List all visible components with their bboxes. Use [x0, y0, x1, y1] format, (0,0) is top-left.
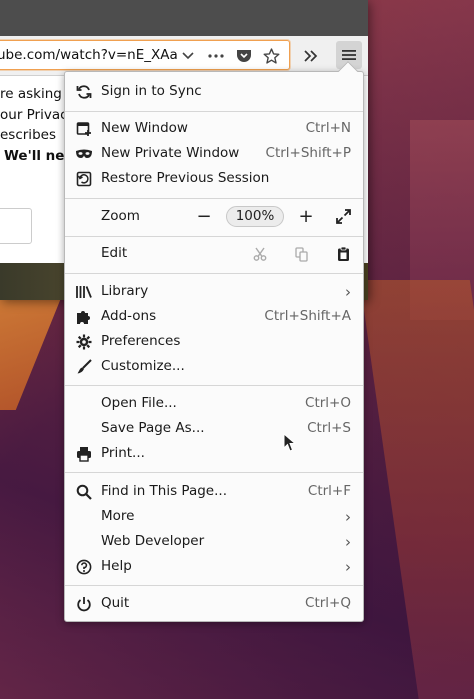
menu-separator	[65, 273, 363, 274]
menu-item-new-window[interactable]: New Window Ctrl+N	[65, 116, 363, 141]
menu-item-label: Sign in to Sync	[101, 83, 202, 99]
chevron-right-icon: ›	[345, 533, 351, 551]
chevron-right-icon: ›	[345, 508, 351, 526]
menu-item-label: Help	[101, 558, 132, 574]
menu-item-restore-session[interactable]: Restore Previous Session	[65, 166, 363, 191]
menu-item-label: New Private Window	[101, 145, 240, 161]
menu-item-customize[interactable]: Customize...	[65, 354, 363, 379]
help-question-icon	[74, 557, 94, 577]
menu-item-preferences[interactable]: Preferences	[65, 329, 363, 354]
cut-icon[interactable]	[249, 243, 271, 265]
search-icon	[74, 482, 94, 502]
sync-icon	[74, 82, 94, 102]
menu-item-save-page[interactable]: Save Page As... Ctrl+S	[65, 416, 363, 441]
private-mask-icon	[74, 144, 94, 164]
menu-item-label: Library	[101, 283, 149, 299]
paste-icon[interactable]	[332, 243, 354, 265]
shortcut-label: Ctrl+N	[305, 120, 351, 136]
chevron-right-icon: ›	[345, 558, 351, 576]
menu-item-label: New Window	[101, 120, 188, 136]
menu-separator	[65, 585, 363, 586]
menu-item-library[interactable]: Library ›	[65, 279, 363, 304]
restore-session-icon	[74, 169, 94, 189]
menu-item-label: Add-ons	[101, 308, 157, 324]
url-bar[interactable]: ube.com/watch?v=nE_XAa	[0, 40, 290, 70]
page-text-line: escribes	[0, 127, 56, 143]
power-icon	[74, 594, 94, 614]
menu-separator	[65, 236, 363, 237]
bookmark-star-icon[interactable]	[260, 45, 282, 67]
paintbrush-icon	[74, 357, 94, 377]
menu-separator	[65, 385, 363, 386]
menu-item-open-file[interactable]: Open File... Ctrl+O	[65, 391, 363, 416]
page-button[interactable]	[0, 208, 32, 244]
shortcut-label: Ctrl+Shift+A	[264, 308, 351, 324]
shortcut-label: Ctrl+Q	[305, 595, 351, 611]
menu-item-label: Restore Previous Session	[101, 170, 270, 186]
printer-icon	[74, 444, 94, 464]
menu-item-sign-in-sync[interactable]: Sign in to Sync	[65, 79, 363, 104]
menu-item-web-developer[interactable]: Web Developer ›	[65, 529, 363, 554]
puzzle-piece-icon	[74, 307, 94, 327]
menu-item-edit: Edit	[65, 241, 363, 266]
menu-item-label: Open File...	[101, 395, 177, 411]
menu-item-label: Find in This Page...	[101, 483, 227, 499]
mouse-cursor-icon	[283, 433, 297, 452]
menu-separator	[65, 111, 363, 112]
chevron-right-icon: ›	[345, 283, 351, 301]
menu-item-quit[interactable]: Quit Ctrl+Q	[65, 591, 363, 616]
url-dropdown-icon[interactable]	[177, 45, 199, 67]
menu-item-label: Quit	[101, 595, 130, 611]
menu-item-label: Web Developer	[101, 533, 205, 549]
menu-item-print[interactable]: Print...	[65, 441, 363, 466]
shortcut-label: Ctrl+O	[305, 395, 351, 411]
menu-item-more[interactable]: More ›	[65, 504, 363, 529]
library-icon	[74, 282, 94, 302]
overflow-icon[interactable]	[297, 42, 325, 70]
menu-item-label: Print...	[101, 445, 145, 461]
menu-item-label: Zoom	[101, 208, 140, 224]
page-text-line: our Privac	[0, 107, 68, 123]
menu-item-find-in-page[interactable]: Find in This Page... Ctrl+F	[65, 479, 363, 504]
menu-separator	[65, 198, 363, 199]
gear-icon	[74, 332, 94, 352]
menu-item-label: More	[101, 508, 135, 524]
shortcut-label: Ctrl+Shift+P	[265, 145, 351, 161]
page-text-line: re asking	[0, 86, 62, 102]
menu-item-help[interactable]: Help ›	[65, 554, 363, 579]
url-text[interactable]: ube.com/watch?v=nE_XAa	[0, 47, 177, 63]
shortcut-label: Ctrl+F	[307, 483, 351, 499]
titlebar	[0, 0, 368, 36]
menu-item-new-private-window[interactable]: New Private Window Ctrl+Shift+P	[65, 141, 363, 166]
copy-icon[interactable]	[291, 243, 313, 265]
zoom-reset-button[interactable]: 100%	[226, 206, 284, 227]
fullscreen-button[interactable]	[330, 204, 356, 229]
menu-item-label: Preferences	[101, 333, 181, 349]
app-menu-panel: Sign in to Sync New Window Ctrl+N New Pr…	[64, 61, 364, 622]
page-actions-icon[interactable]	[205, 45, 227, 67]
shortcut-label: Ctrl+S	[307, 420, 351, 436]
menu-separator	[65, 472, 363, 473]
zoom-in-button[interactable]: +	[293, 204, 319, 229]
fullscreen-icon	[335, 209, 351, 224]
wallpaper-shape	[0, 290, 65, 410]
menu-item-label: Save Page As...	[101, 420, 205, 436]
new-window-icon	[74, 119, 94, 139]
wallpaper-shape	[359, 280, 474, 699]
menu-item-label: Edit	[101, 245, 128, 261]
menu-item-label: Customize...	[101, 358, 185, 374]
menu-item-addons[interactable]: Add-ons Ctrl+Shift+A	[65, 304, 363, 329]
pocket-icon[interactable]	[233, 45, 255, 67]
hamburger-menu-icon	[342, 50, 356, 60]
zoom-out-button[interactable]: −	[191, 204, 217, 229]
menu-item-zoom: Zoom − 100% +	[65, 204, 363, 229]
